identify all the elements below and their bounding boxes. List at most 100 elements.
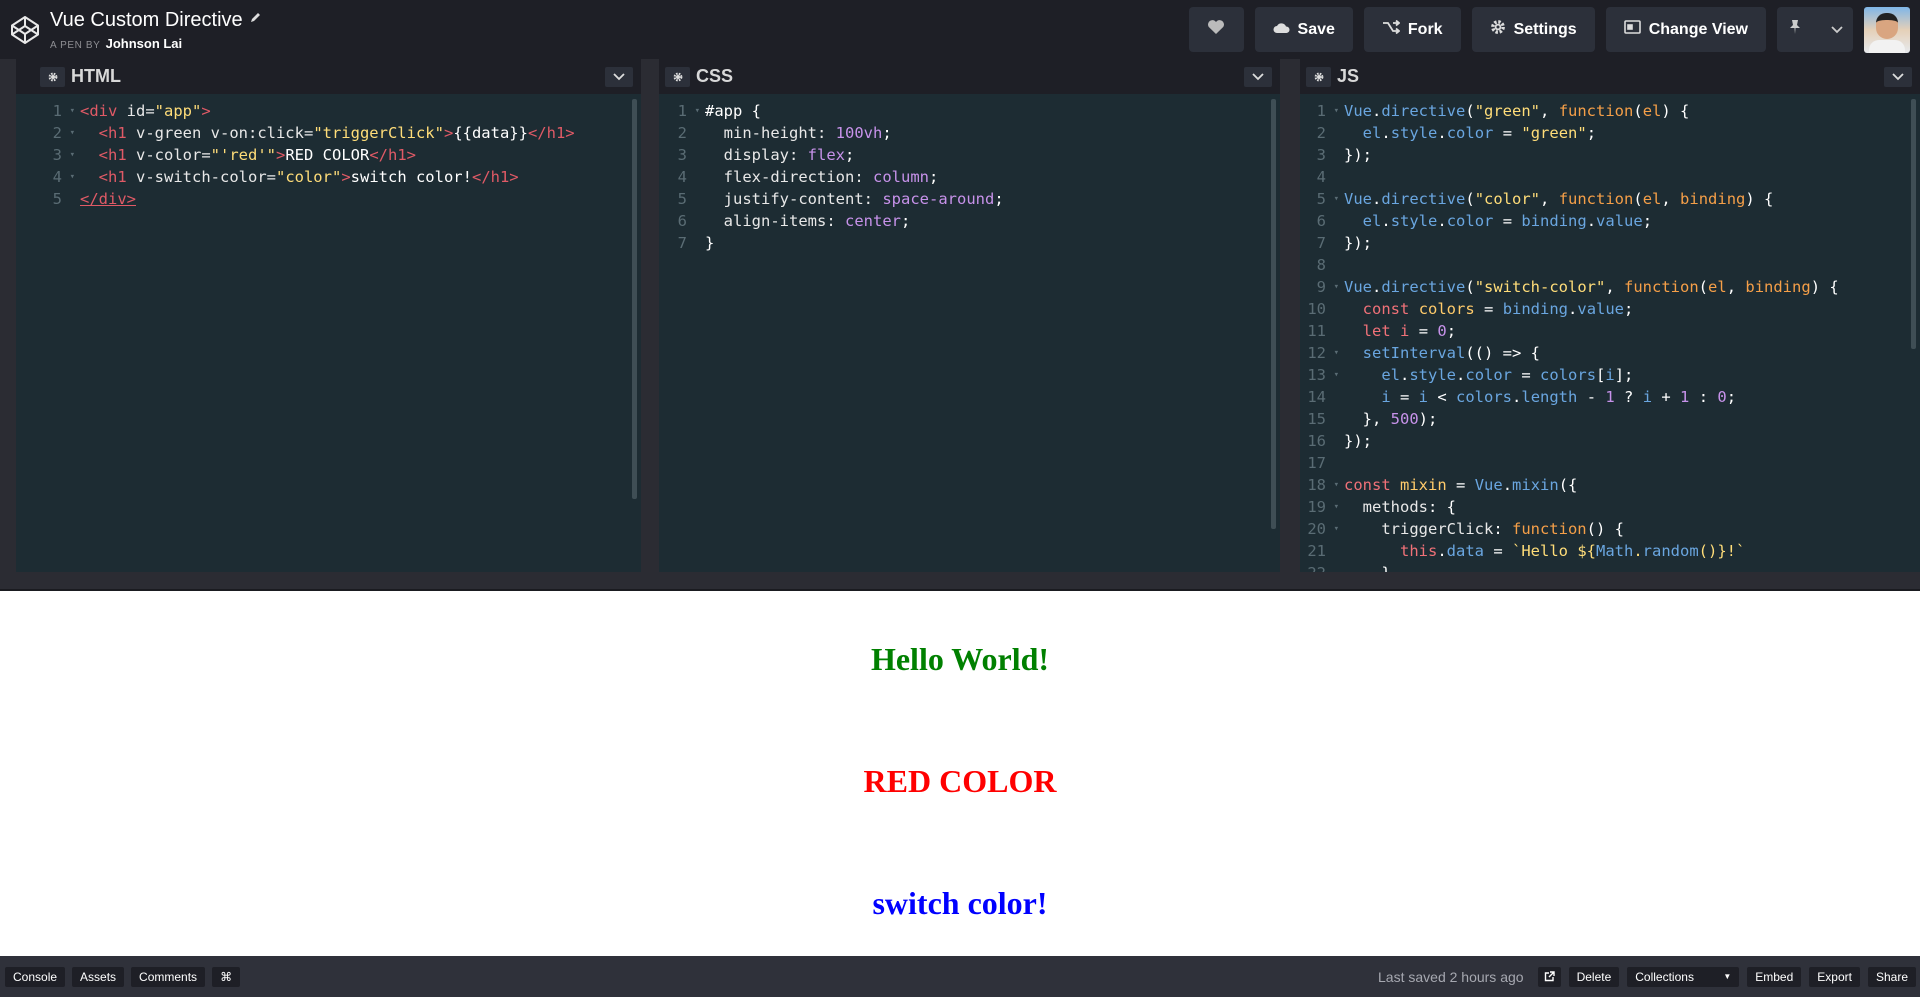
code-line: 8 xyxy=(1316,256,1326,274)
code-line: 10 const colors = binding.value; xyxy=(1307,300,1634,318)
js-editor-title: JS xyxy=(1337,66,1360,86)
css-settings-gear-icon[interactable] xyxy=(665,66,690,87)
keyboard-shortcuts-button[interactable]: ⌘ xyxy=(212,966,241,987)
code-line: 4 xyxy=(1316,168,1326,186)
code-line: 6 align-items: center; xyxy=(677,212,911,230)
heart-icon xyxy=(1207,19,1225,40)
editor-gutter xyxy=(0,59,16,572)
love-button[interactable] xyxy=(1188,7,1244,52)
code-line: 11 let i = 0; xyxy=(1307,322,1457,340)
embed-button[interactable]: Embed xyxy=(1747,966,1802,987)
js-editor-header: JS xyxy=(1300,59,1920,94)
fork-label: Fork xyxy=(1407,20,1443,38)
editor-gutter xyxy=(641,59,659,572)
cloud-icon xyxy=(1273,21,1290,39)
code-line: 5 justify-content: space-around; xyxy=(677,190,1004,208)
caret-down-icon: ▼ xyxy=(1723,972,1732,981)
byline: A PEN BY Johnson Lai xyxy=(50,36,262,51)
edit-title-pencil-icon[interactable] xyxy=(249,11,262,29)
code-line: 7}); xyxy=(1316,234,1372,252)
code-line: 15 }, 500); xyxy=(1307,410,1438,428)
code-line: 17 xyxy=(1307,454,1326,472)
last-saved-text: Last saved 2 hours ago xyxy=(1378,968,1524,985)
code-line: 20 ▾ triggerClick: function() { xyxy=(1307,520,1624,538)
codepen-logo-icon[interactable] xyxy=(0,0,50,59)
avatar[interactable] xyxy=(1864,6,1910,53)
code-line: 16}); xyxy=(1307,432,1372,450)
preview-red-heading: RED COLOR xyxy=(863,763,1057,799)
console-button[interactable]: Console xyxy=(5,966,66,987)
code-line: 18 ▾ const mixin = Vue.mixin({ xyxy=(1307,476,1578,494)
share-button[interactable]: Share xyxy=(1867,966,1916,987)
code-line: 13 ▾ el.style.color = colors[i]; xyxy=(1307,366,1634,384)
code-line: 22 } xyxy=(1300,562,1920,572)
fork-button[interactable]: Fork xyxy=(1363,7,1461,52)
html-editor[interactable]: HTML 1 ▾ <div id="app"> 2 ▾ <h1 v-green v-… xyxy=(16,59,641,572)
bottom-bar: Console Assets Comments ⌘ Last saved 2 h… xyxy=(0,956,1920,997)
html-code[interactable]: 1 ▾ <div id="app"> 2 ▾ <h1 v-green v-on:cl… xyxy=(16,94,641,572)
css-editor[interactable]: CSS 1 ▾ #app { 2 min-height: 100vh; 3 dis… xyxy=(659,59,1280,572)
delete-button[interactable]: Delete xyxy=(1568,966,1620,987)
css-code[interactable]: 1 ▾ #app { 2 min-height: 100vh; 3 display… xyxy=(659,94,1280,572)
code-line: 1 ▾ #app { xyxy=(677,102,761,120)
html-settings-gear-icon[interactable] xyxy=(40,66,65,87)
save-label: Save xyxy=(1297,20,1335,38)
html-editor-header: HTML xyxy=(16,59,641,94)
code-line: 2 min-height: 100vh; xyxy=(677,124,892,142)
code-line: 14 i = i < colors.length - 1 ? i + 1 : 0… xyxy=(1307,388,1737,406)
html-collapse-chevron-icon[interactable] xyxy=(605,67,633,87)
css-editor-title: CSS xyxy=(696,66,734,86)
change-view-label: Change View xyxy=(1648,20,1748,38)
fork-icon xyxy=(1382,19,1401,39)
comments-button[interactable]: Comments xyxy=(131,966,206,987)
code-line: 2 ▾ <h1 v-green v-on:click="triggerClick"… xyxy=(52,124,575,142)
open-external-icon[interactable] xyxy=(1537,966,1561,987)
editor-gutter xyxy=(1280,59,1300,572)
code-line: 3 ▾ <h1 v-color="'red'">RED COLOR</h1> xyxy=(52,146,417,164)
pen-title[interactable]: Vue Custom Directive xyxy=(50,9,243,32)
byline-prefix: A PEN BY xyxy=(50,39,101,51)
code-line: 12 ▾ setInterval(() => { xyxy=(1307,344,1540,362)
pin-icon xyxy=(1788,19,1802,40)
preview-resize-handle[interactable] xyxy=(0,572,1920,591)
code-line: 1 ▾ Vue.directive("green", function(el) { xyxy=(1316,102,1690,120)
chevron-down-icon[interactable] xyxy=(1830,21,1843,39)
save-button[interactable]: Save xyxy=(1254,7,1353,52)
code-line: 9 ▾ Vue.directive("switch-color", function… xyxy=(1316,278,1839,296)
author-name[interactable]: Johnson Lai xyxy=(106,36,183,51)
code-line: 19 ▾ methods: { xyxy=(1307,498,1456,516)
css-collapse-chevron-icon[interactable] xyxy=(1244,67,1272,87)
gear-icon xyxy=(1490,19,1506,40)
code-line: 7 } xyxy=(677,234,715,252)
js-settings-gear-icon[interactable] xyxy=(1306,66,1331,87)
layout-icon xyxy=(1623,20,1641,39)
export-button[interactable]: Export xyxy=(1809,966,1860,987)
top-header: Vue Custom Directive A PEN BY Johnson La… xyxy=(0,0,1920,59)
code-line: 3 display: flex; xyxy=(677,146,855,164)
js-code[interactable]: 1 ▾ Vue.directive("green", function(el) { … xyxy=(1300,94,1920,572)
code-line: 4 ▾ <h1 v-switch-color="color">switch col… xyxy=(52,168,519,186)
js-collapse-chevron-icon[interactable] xyxy=(1884,67,1912,87)
settings-button[interactable]: Settings xyxy=(1471,7,1595,52)
settings-label: Settings xyxy=(1513,20,1577,38)
result-preview: Hello World! RED COLOR switch color! xyxy=(0,591,1920,956)
code-line: 5 ▾ Vue.directive("color", function(el, bi… xyxy=(1316,190,1774,208)
preview-hello-heading[interactable]: Hello World! xyxy=(0,641,1920,678)
code-line: 6 el.style.color = binding.value; xyxy=(1316,212,1653,230)
collections-label: Collections xyxy=(1635,969,1694,984)
css-scrollbar[interactable] xyxy=(1271,99,1276,529)
js-editor[interactable]: JS 1 ▾ Vue.directive("green", function(el)… xyxy=(1300,59,1920,572)
css-editor-header: CSS xyxy=(659,59,1280,94)
preview-switch-heading: switch color! xyxy=(872,885,1048,921)
collections-dropdown[interactable]: Collections ▼ xyxy=(1627,966,1740,987)
code-line: 3}); xyxy=(1316,146,1372,164)
pin-button[interactable] xyxy=(1777,7,1853,52)
assets-button[interactable]: Assets xyxy=(72,966,125,987)
code-line: 4 flex-direction: column; xyxy=(677,168,939,186)
code-line: 21 this.data = `Hello ${Math.random()}!` xyxy=(1307,542,1746,560)
change-view-button[interactable]: Change View xyxy=(1605,7,1766,52)
html-editor-title: HTML xyxy=(71,66,121,86)
html-scrollbar[interactable] xyxy=(632,99,637,499)
code-line: 2 el.style.color = "green"; xyxy=(1316,124,1597,142)
js-scrollbar[interactable] xyxy=(1911,99,1916,349)
